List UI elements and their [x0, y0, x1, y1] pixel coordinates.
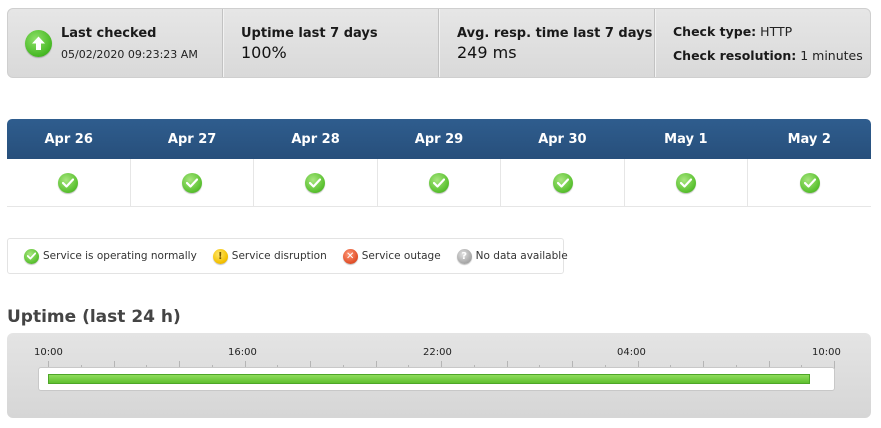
tick-label: 16:00 — [228, 347, 257, 358]
tick-label: 22:00 — [423, 347, 452, 358]
legend-no-data-label: No data available — [475, 250, 568, 262]
day-label: Apr 30 — [538, 131, 587, 147]
last-checked-value: 05/02/2020 09:23:23 AM — [61, 48, 198, 61]
uptime-cell: Uptime last 7 days 100% — [222, 9, 438, 77]
daily-status-calendar: Apr 26 Apr 27 Apr 28 Apr 29 Apr 30 May 1… — [7, 119, 871, 207]
uptime-24h-title: Uptime (last 24 h) — [7, 307, 181, 327]
error-x-icon: ✕ — [342, 248, 358, 264]
status-legend: Service is operating normally ! Service … — [7, 238, 568, 274]
question-icon: ? — [456, 248, 472, 264]
response-time-cell: Avg. resp. time last 7 days 249 ms — [438, 9, 654, 77]
check-type-value: HTTP — [760, 24, 793, 39]
legend-disruption-label: Service disruption — [231, 250, 327, 262]
tick-label: 10:00 — [34, 347, 63, 358]
check-resolution: Check resolution: 1 minutes — [673, 48, 863, 63]
uptime-bar[interactable] — [48, 374, 810, 384]
check-type: Check type: HTTP — [673, 24, 792, 39]
calendar-status-row — [7, 159, 871, 207]
day-label: Apr 27 — [167, 131, 217, 147]
legend-ok: Service is operating normally — [24, 248, 197, 264]
check-info-cell: Check type: HTTP Check resolution: 1 min… — [654, 9, 870, 77]
day-status-cell[interactable] — [7, 159, 130, 206]
tick-label: 10:00 — [812, 347, 841, 358]
day-status-cell[interactable] — [623, 159, 748, 206]
response-time-label: Avg. resp. time last 7 days — [457, 26, 653, 41]
last-checked-label: Last checked — [61, 26, 157, 41]
day-status-cell[interactable] — [376, 159, 501, 206]
check-circle-icon — [552, 172, 573, 193]
response-time-value: 249 ms — [457, 43, 517, 62]
day-status-cell[interactable] — [747, 159, 871, 206]
check-circle-icon — [305, 172, 326, 193]
last-checked-cell: Last checked 05/02/2020 09:23:23 AM — [8, 9, 222, 77]
legend-outage-label: Service outage — [361, 250, 441, 262]
check-circle-icon — [58, 172, 79, 193]
legend-disruption: ! Service disruption — [212, 248, 327, 264]
uptime-value: 100% — [241, 43, 287, 62]
legend-ok-label: Service is operating normally — [43, 250, 197, 262]
check-circle-icon — [799, 172, 820, 193]
check-type-label: Check type: — [673, 24, 757, 39]
day-label: Apr 29 — [414, 131, 464, 147]
uptime-24h-timeline: 10:00 16:00 22:00 04:00 10:00 — [7, 333, 871, 418]
summary-bar: Last checked 05/02/2020 09:23:23 AM Upti… — [7, 8, 871, 78]
day-status-cell[interactable] — [253, 159, 377, 206]
check-circle-icon — [676, 172, 697, 193]
check-circle-icon — [24, 248, 39, 264]
uptime-label: Uptime last 7 days — [241, 26, 378, 41]
day-status-cell[interactable] — [500, 159, 624, 206]
day-label: Apr 26 — [44, 131, 93, 147]
day-label: May 2 — [787, 131, 831, 147]
check-resolution-label: Check resolution: — [673, 48, 797, 63]
day-label: Apr 28 — [291, 131, 340, 147]
calendar-header: Apr 26 Apr 27 Apr 28 Apr 29 Apr 30 May 1… — [7, 119, 871, 159]
check-circle-icon — [181, 172, 202, 193]
legend-outage: ✕ Service outage — [342, 248, 441, 264]
legend-no-data: ? No data available — [456, 248, 568, 264]
day-status-cell[interactable] — [129, 159, 254, 206]
up-arrow-icon — [25, 30, 52, 57]
tick-label: 04:00 — [617, 347, 646, 358]
check-resolution-value: 1 minutes — [800, 48, 863, 63]
uptime-track — [38, 367, 835, 391]
check-circle-icon — [429, 172, 450, 193]
warning-icon: ! — [212, 248, 228, 264]
day-label: May 1 — [664, 131, 708, 147]
